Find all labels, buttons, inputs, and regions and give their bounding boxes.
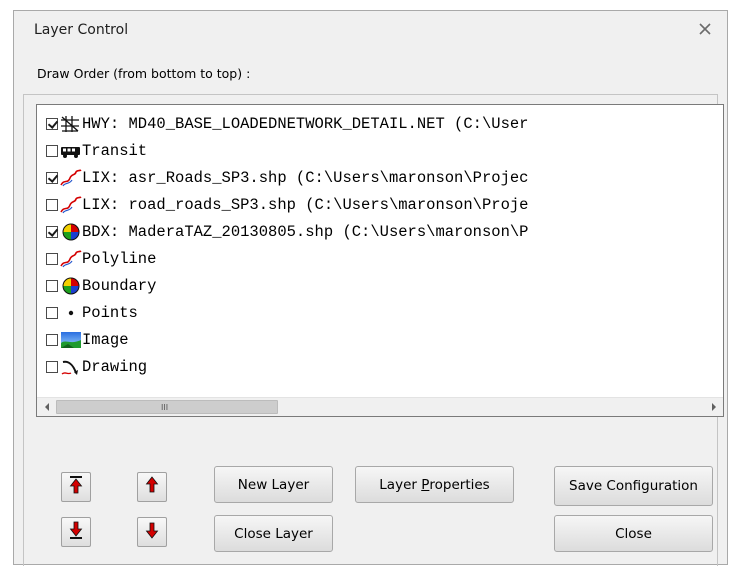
draw-order-label: Draw Order (from bottom to top) :: [37, 66, 251, 81]
drawing-icon: [60, 358, 82, 376]
scrollbar-thumb[interactable]: III: [56, 400, 278, 414]
layer-list-item[interactable]: LIX: road_roads_SP3.shp (C:\Users\marons…: [46, 192, 528, 218]
layer-name: Drawing: [82, 358, 148, 376]
save-configuration-button[interactable]: Save Configuration: [554, 466, 713, 506]
layer-list-item[interactable]: LIX: asr_Roads_SP3.shp (C:\Users\maronso…: [46, 165, 528, 191]
layer-visibility-checkbox[interactable]: [46, 280, 58, 292]
move-up-button[interactable]: [137, 472, 167, 502]
image-icon: [60, 331, 82, 349]
layer-control-dialog: Layer Control Draw Order (from bottom to…: [13, 10, 728, 566]
layer-visibility-checkbox[interactable]: [46, 334, 58, 346]
layer-visibility-checkbox[interactable]: [46, 118, 58, 130]
layer-name: Polyline: [82, 250, 157, 268]
scroll-right-icon[interactable]: [705, 398, 722, 416]
layer-properties-mnemonic: P: [421, 476, 430, 493]
layer-name: Image: [82, 331, 129, 349]
layer-name: Boundary: [82, 277, 157, 295]
layer-list-item[interactable]: HWY: MD40_BASE_LOADEDNETWORK_DETAIL.NET …: [46, 111, 528, 137]
layer-visibility-checkbox[interactable]: [46, 361, 58, 373]
move-to-bottom-icon: [68, 520, 84, 544]
layer-visibility-checkbox[interactable]: [46, 145, 58, 157]
boundary-icon: [60, 277, 82, 295]
close-button[interactable]: Close: [554, 515, 713, 552]
layer-list-item[interactable]: Image: [46, 327, 129, 353]
layer-visibility-checkbox[interactable]: [46, 307, 58, 319]
move-to-top-icon: [68, 475, 84, 499]
new-layer-button[interactable]: New Layer: [214, 466, 333, 503]
network-grid-icon: [60, 115, 82, 133]
bus-icon: [60, 142, 82, 160]
arrow-up-icon: [144, 475, 160, 499]
layer-list-item[interactable]: BDX: MaderaTAZ_20130805.shp (C:\Users\ma…: [46, 219, 528, 245]
layer-visibility-checkbox[interactable]: [46, 172, 58, 184]
layer-name: LIX: asr_Roads_SP3.shp (C:\Users\maronso…: [82, 169, 529, 187]
layer-visibility-checkbox[interactable]: [46, 226, 58, 238]
scroll-left-icon[interactable]: [38, 398, 55, 416]
layer-list-items: HWY: MD40_BASE_LOADEDNETWORK_DETAIL.NET …: [37, 105, 723, 396]
layer-properties-label-pre: Layer: [379, 476, 422, 493]
layer-properties-button[interactable]: Layer Properties: [355, 466, 514, 503]
layer-list-item[interactable]: Points: [46, 300, 138, 326]
layer-list[interactable]: HWY: MD40_BASE_LOADEDNETWORK_DETAIL.NET …: [36, 104, 724, 417]
layer-list-item[interactable]: Polyline: [46, 246, 156, 272]
boundary-icon: [60, 223, 82, 241]
layer-list-item[interactable]: Drawing: [46, 354, 147, 380]
layer-visibility-checkbox[interactable]: [46, 199, 58, 211]
close-layer-button[interactable]: Close Layer: [214, 515, 333, 552]
layer-list-item[interactable]: Boundary: [46, 273, 156, 299]
scrollbar-grip: III: [161, 403, 169, 412]
move-down-button[interactable]: [137, 517, 167, 547]
layer-name: LIX: road_roads_SP3.shp (C:\Users\marons…: [82, 196, 529, 214]
polyline-icon: [60, 169, 82, 187]
layer-name: Transit: [82, 142, 148, 160]
arrow-down-icon: [144, 520, 160, 544]
polyline-icon: [60, 250, 82, 268]
layer-properties-label-post: roperties: [429, 476, 490, 493]
move-to-bottom-button[interactable]: [61, 517, 91, 547]
layer-list-item[interactable]: Transit: [46, 138, 147, 164]
layer-name: HWY: MD40_BASE_LOADEDNETWORK_DETAIL.NET …: [82, 115, 529, 133]
layer-name: BDX: MaderaTAZ_20130805.shp (C:\Users\ma…: [82, 223, 529, 241]
move-to-top-button[interactable]: [61, 472, 91, 502]
layer-visibility-checkbox[interactable]: [46, 253, 58, 265]
dialog-title: Layer Control: [34, 22, 129, 38]
horizontal-scrollbar[interactable]: III: [37, 397, 723, 416]
point-icon: [60, 304, 82, 322]
close-icon[interactable]: [697, 21, 713, 37]
layer-name: Points: [82, 304, 138, 322]
polyline-icon: [60, 196, 82, 214]
